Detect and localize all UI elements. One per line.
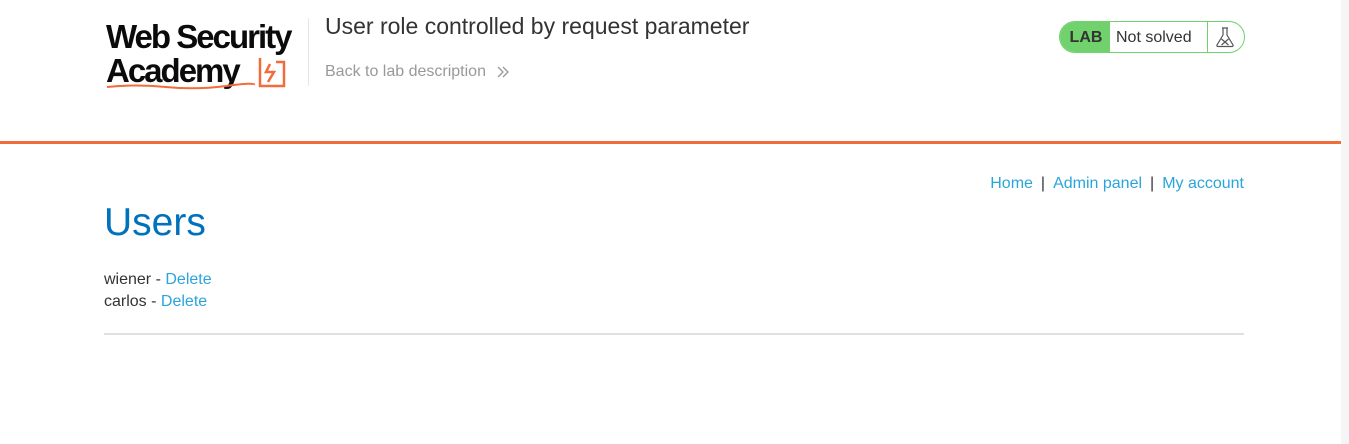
delete-user-link[interactable]: Delete [161,293,207,310]
logo-underline [106,82,256,90]
user-list: wiener - Delete carlos - Delete [104,269,212,313]
user-separator: - [151,293,157,310]
title-divider [308,18,309,86]
top-navigation: Home | Admin panel | My account [990,175,1244,193]
scrollbar-track[interactable] [1341,0,1349,444]
logo-lightning-icon [258,58,286,88]
user-separator: - [155,271,161,288]
user-name: carlos [104,293,147,310]
flask-icon [1216,27,1234,48]
lab-title: User role controlled by request paramete… [325,13,750,39]
content-divider [104,333,1244,335]
nav-separator: | [1040,175,1046,192]
lab-status-text: Not solved [1116,29,1192,46]
nav-my-account-link[interactable]: My account [1162,175,1244,192]
nav-home-link[interactable]: Home [990,175,1033,192]
nav-separator: | [1150,175,1155,192]
list-item: wiener - Delete [104,269,212,291]
web-security-academy-logo[interactable]: Web Security Academy [106,18,306,92]
page-title: Users [104,201,206,244]
site-header: Web Security Academy User role controlle… [0,0,1349,144]
lab-badge: LAB [1060,22,1110,52]
back-link-label: Back to lab description [325,63,486,80]
list-item: carlos - Delete [104,291,212,313]
back-to-lab-description-link[interactable]: Back to lab description [325,63,510,81]
double-chevron-right-icon [497,66,510,78]
lab-status-widget[interactable]: LAB Not solved [1059,21,1245,53]
logo-line-1: Web Security [106,18,292,55]
nav-admin-panel-link[interactable]: Admin panel [1053,175,1142,192]
status-separator [1207,22,1208,52]
user-name: wiener [104,271,152,288]
delete-user-link[interactable]: Delete [165,271,211,288]
